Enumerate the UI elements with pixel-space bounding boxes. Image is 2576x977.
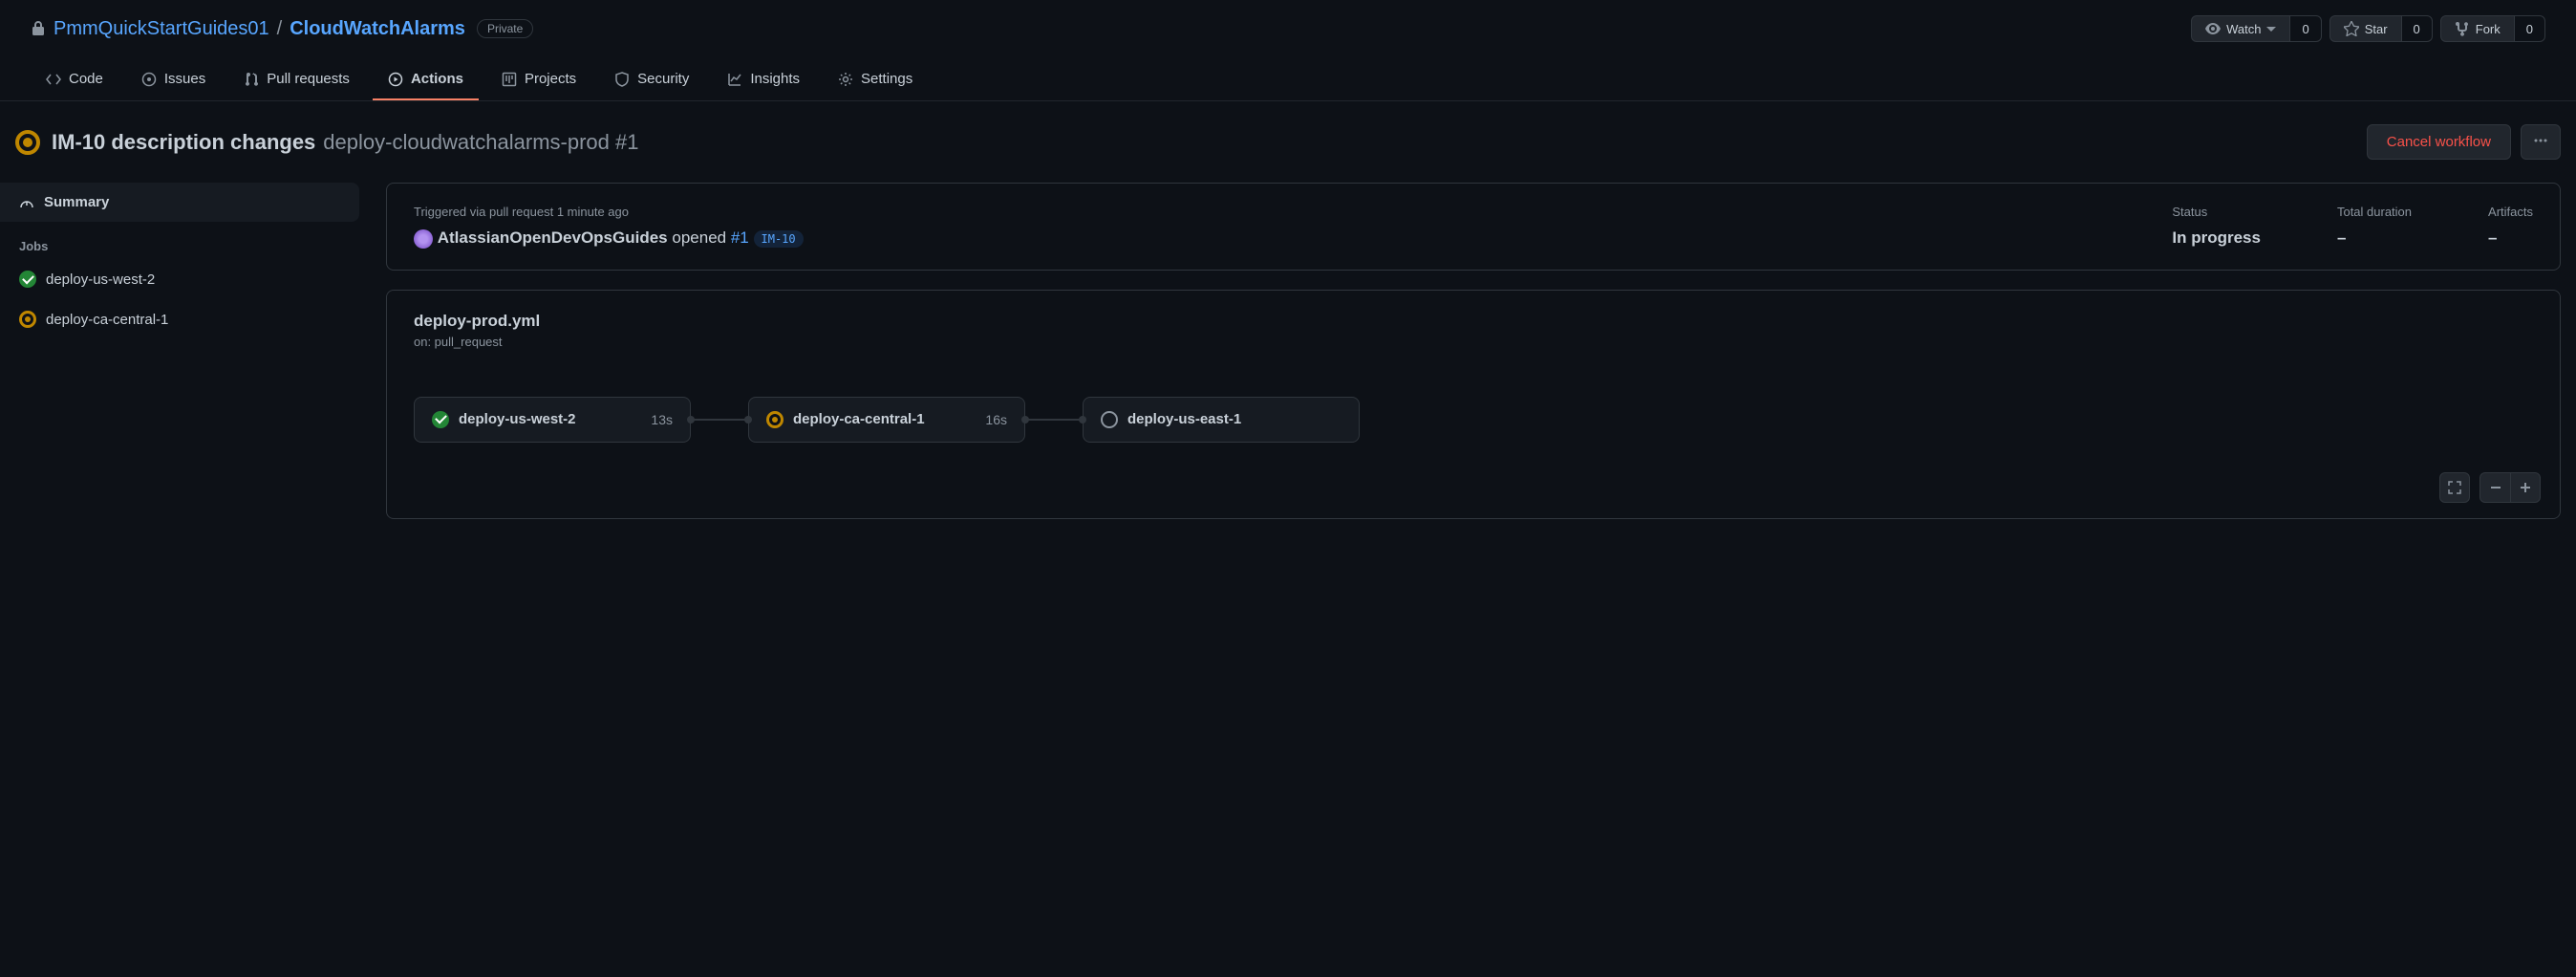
tab-issues[interactable]: Issues	[126, 59, 221, 100]
progress-icon	[19, 311, 36, 328]
tab-security[interactable]: Security	[599, 59, 704, 100]
artifacts-value: –	[2488, 228, 2533, 248]
caret-down-icon	[2266, 24, 2276, 33]
workflow-status-icon	[15, 130, 40, 155]
action-text: opened	[672, 228, 726, 247]
repo-name-link[interactable]: CloudWatchAlarms	[290, 18, 465, 40]
zoom-out-button[interactable]	[2479, 472, 2510, 503]
lock-icon	[31, 21, 46, 36]
star-icon	[2344, 21, 2359, 36]
tab-pulls[interactable]: Pull requests	[228, 59, 365, 100]
project-icon	[502, 72, 517, 87]
code-icon	[46, 72, 61, 87]
kebab-icon	[2533, 133, 2548, 148]
workflow-subtitle: deploy-cloudwatchalarms-prod #1	[323, 130, 638, 155]
star-count[interactable]: 0	[2402, 15, 2433, 42]
job-duration: 16s	[985, 412, 1007, 427]
repo-nav: Code Issues Pull requests Actions Projec…	[0, 59, 2576, 101]
watch-button[interactable]: Watch	[2191, 15, 2290, 42]
sidebar-job-deploy-ca-central-1[interactable]: deploy-ca-central-1	[0, 299, 359, 339]
minus-icon	[2489, 481, 2502, 494]
pr-ref-badge[interactable]: IM-10	[754, 230, 804, 248]
fork-icon	[2455, 21, 2470, 36]
progress-icon	[766, 411, 784, 428]
gear-icon	[838, 72, 853, 87]
tab-insights[interactable]: Insights	[712, 59, 815, 100]
fork-button[interactable]: Fork	[2440, 15, 2515, 42]
sidebar-jobs-label: Jobs	[0, 222, 359, 259]
meter-icon	[19, 195, 34, 210]
issue-icon	[141, 72, 157, 87]
avatar	[414, 229, 433, 249]
success-icon	[19, 271, 36, 288]
sidebar: Summary Jobs deploy-us-west-2 deploy-ca-…	[0, 183, 359, 519]
zoom-in-button[interactable]	[2510, 472, 2541, 503]
graph-icon	[727, 72, 742, 87]
status-label: Status	[2172, 205, 2261, 219]
star-button[interactable]: Star	[2329, 15, 2402, 42]
workflow-menu-button[interactable]	[2521, 124, 2561, 160]
sidebar-summary[interactable]: Summary	[0, 183, 359, 222]
graph-title: deploy-prod.yml	[414, 312, 2533, 331]
plus-icon	[2519, 481, 2532, 494]
workflow-title: IM-10 description changes	[52, 130, 315, 155]
shield-icon	[614, 72, 630, 87]
job-node-deploy-us-west-2[interactable]: deploy-us-west-2 13s	[414, 397, 691, 443]
success-icon	[432, 411, 449, 428]
eye-icon	[2205, 21, 2221, 36]
job-node-deploy-us-east-1[interactable]: deploy-us-east-1	[1083, 397, 1360, 443]
tab-projects[interactable]: Projects	[486, 59, 591, 100]
repo-owner-link[interactable]: PmmQuickStartGuides01	[54, 18, 269, 40]
duration-value: –	[2337, 228, 2412, 248]
pr-icon	[244, 72, 259, 87]
status-value: In progress	[2172, 228, 2261, 248]
connector	[1025, 419, 1083, 421]
fork-count[interactable]: 0	[2515, 15, 2545, 42]
graph-subtitle: on: pull_request	[414, 335, 2533, 349]
visibility-badge: Private	[477, 19, 533, 38]
connector	[691, 419, 748, 421]
watch-count[interactable]: 0	[2290, 15, 2321, 42]
job-node-deploy-ca-central-1[interactable]: deploy-ca-central-1 16s	[748, 397, 1025, 443]
sidebar-job-deploy-us-west-2[interactable]: deploy-us-west-2	[0, 259, 359, 299]
cancel-workflow-button[interactable]: Cancel workflow	[2367, 124, 2511, 160]
queued-icon	[1101, 411, 1118, 428]
summary-card: Triggered via pull request 1 minute ago …	[386, 183, 2561, 271]
trigger-label: Triggered via pull request 1 minute ago	[414, 205, 2095, 219]
fullscreen-icon	[2448, 481, 2461, 494]
fullscreen-button[interactable]	[2439, 472, 2470, 503]
tab-settings[interactable]: Settings	[823, 59, 928, 100]
pr-link[interactable]: #1	[731, 228, 749, 247]
user-link[interactable]: AtlassianOpenDevOpsGuides	[438, 228, 668, 247]
duration-label: Total duration	[2337, 205, 2412, 219]
workflow-graph: deploy-prod.yml on: pull_request deploy-…	[386, 290, 2561, 519]
job-duration: 13s	[651, 412, 673, 427]
artifacts-label: Artifacts	[2488, 205, 2533, 219]
play-icon	[388, 72, 403, 87]
tab-code[interactable]: Code	[31, 59, 118, 100]
tab-actions[interactable]: Actions	[373, 59, 479, 100]
